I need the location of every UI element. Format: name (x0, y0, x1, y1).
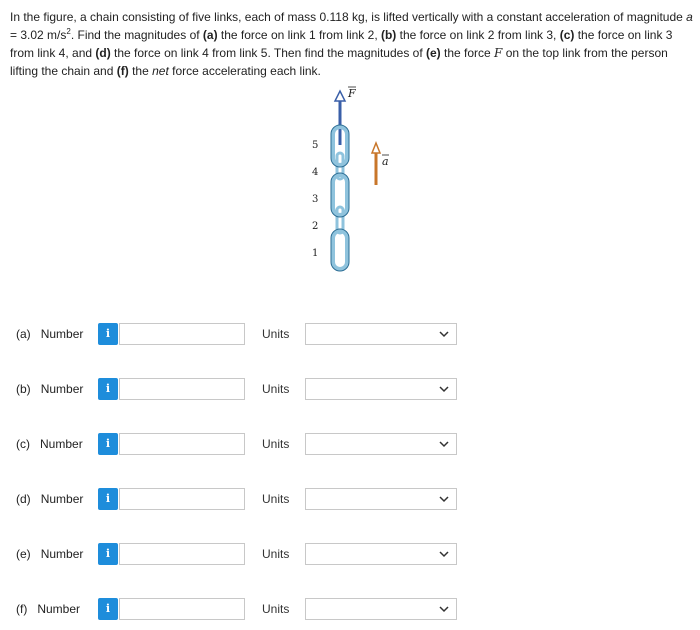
part-label: (b) (380, 28, 397, 42)
force-arrow (333, 89, 347, 145)
info-button[interactable]: i (98, 598, 118, 620)
part-label: (f) (116, 64, 129, 78)
part-number-label: (c) Number (16, 437, 83, 451)
chevron-down-icon (439, 606, 449, 613)
number-input[interactable] (119, 323, 245, 345)
answer-row: (f) Number i Units (0, 596, 700, 624)
link-number-2: 2 (312, 221, 318, 232)
units-dropdown[interactable] (305, 433, 457, 455)
units-label: Units (262, 382, 290, 396)
chevron-down-icon (439, 496, 449, 503)
problem-text: force accelerating each link. (168, 64, 321, 78)
force-label: F (347, 87, 356, 100)
answer-row: (a) Number i Units (0, 321, 700, 349)
problem-text: In the figure, a chain consisting of fiv… (10, 10, 687, 24)
number-input[interactable] (119, 598, 245, 620)
part-label: (e) (426, 46, 441, 60)
answer-row: (c) Number i Units (0, 431, 700, 459)
units-label: Units (262, 492, 290, 506)
part-label: (c) (559, 28, 575, 42)
chain-figure: F a 5 4 3 2 1 (312, 86, 389, 272)
part-number-label: (d) Number (16, 492, 84, 506)
part-number-label: (b) Number (16, 382, 84, 396)
accel-arrow (370, 140, 382, 185)
link-number-5: 5 (312, 140, 318, 151)
force-vector-var: F (494, 46, 503, 60)
units-dropdown[interactable] (305, 488, 457, 510)
problem-text: the force on link 1 from link 2, (217, 28, 381, 42)
units-dropdown[interactable] (305, 378, 457, 400)
units-label: Units (262, 437, 290, 451)
accel-label: a (382, 155, 389, 168)
units-label: Units (262, 602, 290, 616)
link-numbers: 5 4 3 2 1 (312, 140, 318, 259)
chevron-down-icon (439, 331, 449, 338)
link-number-4: 4 (312, 167, 318, 178)
answer-row: (b) Number i Units (0, 376, 700, 404)
chain (331, 125, 349, 271)
chevron-down-icon (439, 441, 449, 448)
units-dropdown[interactable] (305, 543, 457, 565)
info-button[interactable]: i (98, 323, 118, 345)
part-number-label: (f) Number (16, 602, 81, 616)
problem-statement: In the figure, a chain consisting of fiv… (10, 8, 694, 80)
answer-row: (e) Number i Units (0, 541, 700, 569)
problem-text: the force on link 2 from link 3, (396, 28, 560, 42)
chevron-down-icon (439, 551, 449, 558)
part-number-label: (a) Number (16, 327, 84, 341)
link-number-1: 1 (312, 248, 318, 259)
part-number-label: (e) Number (16, 547, 84, 561)
info-button[interactable]: i (98, 488, 118, 510)
info-button[interactable]: i (98, 378, 118, 400)
problem-text: the (128, 64, 153, 78)
problem-text: = 3.02 m/s (10, 28, 67, 42)
problem-text: the force (440, 46, 495, 60)
accel-var: a (686, 10, 693, 24)
info-button[interactable]: i (98, 543, 118, 565)
units-dropdown[interactable] (305, 323, 457, 345)
units-label: Units (262, 547, 290, 561)
part-label: (a) (202, 28, 218, 42)
chevron-down-icon (439, 386, 449, 393)
units-label: Units (262, 327, 290, 341)
problem-text: the force on link 4 from link 5. Then fi… (110, 46, 426, 60)
problem-text: . Find the magnitudes of (70, 28, 203, 42)
number-input[interactable] (119, 488, 245, 510)
chain-link-1 (331, 229, 349, 271)
number-input[interactable] (119, 378, 245, 400)
part-label: (d) (95, 46, 111, 60)
chain-link-3 (331, 173, 349, 217)
info-button[interactable]: i (98, 433, 118, 455)
net-emphasis: net (152, 64, 169, 78)
number-input[interactable] (119, 433, 245, 455)
number-input[interactable] (119, 543, 245, 565)
link-number-3: 3 (312, 194, 318, 205)
units-dropdown[interactable] (305, 598, 457, 620)
answer-row: (d) Number i Units (0, 486, 700, 514)
